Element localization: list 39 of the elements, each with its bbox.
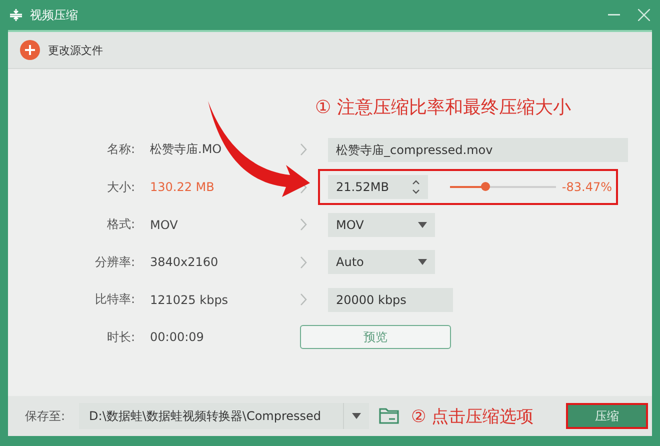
field-label: 分辨率: bbox=[94, 254, 136, 271]
caret-down-icon bbox=[352, 413, 362, 419]
source-value: 松赞寺庙.MO bbox=[150, 141, 223, 158]
plus-circle-icon bbox=[20, 40, 40, 60]
window-title: 视频压缩 bbox=[30, 6, 79, 24]
ratio-reading: -83.47% bbox=[560, 180, 612, 194]
field-label: 格式: bbox=[106, 216, 136, 234]
chevron-right-icon bbox=[300, 143, 307, 156]
folder-icon[interactable] bbox=[379, 408, 400, 424]
spinner-arrows-icon bbox=[412, 179, 420, 196]
bitrate-field[interactable]: 20000 kbps bbox=[328, 288, 453, 312]
annotation-text: ① 注意压缩比率和最终压缩大小 bbox=[315, 96, 572, 120]
source-value: 130.22 MB bbox=[150, 180, 216, 194]
source-value: 00:00:09 bbox=[150, 330, 205, 344]
caret-down-icon bbox=[418, 222, 427, 228]
change-source-button[interactable]: 更改源文件 bbox=[20, 40, 103, 60]
source-value: MOV bbox=[150, 218, 179, 232]
field-label: 比特率: bbox=[94, 291, 136, 308]
compress-icon bbox=[10, 9, 22, 21]
slider-thumb[interactable] bbox=[481, 182, 490, 192]
save-label: 保存至: bbox=[25, 408, 66, 424]
chevron-right-icon bbox=[300, 256, 307, 269]
chevron-right-icon bbox=[300, 293, 307, 306]
dropdown[interactable]: Auto bbox=[328, 250, 435, 274]
output-name-field[interactable]: 松赞寺庙_compressed.mov bbox=[328, 138, 628, 162]
path-dropdown-button[interactable] bbox=[343, 403, 370, 429]
save-path-field[interactable]: D:\数据蛙\数据蛙视频转换器\Compressed bbox=[79, 403, 344, 429]
field-label: 时长: bbox=[106, 328, 136, 346]
minimize-icon[interactable] bbox=[608, 14, 620, 16]
field-label: 名称: bbox=[106, 141, 136, 158]
dropdown[interactable]: MOV bbox=[328, 212, 435, 237]
source-value: 3840x2160 bbox=[150, 255, 220, 270]
field-label: 大小: bbox=[106, 178, 136, 196]
close-icon[interactable] bbox=[638, 9, 650, 21]
chevron-right-icon bbox=[300, 218, 307, 232]
caret-down-icon bbox=[418, 259, 427, 266]
annotation-text: ② 点击压缩选项 bbox=[411, 406, 534, 428]
source-value: 121025 kbps bbox=[150, 292, 230, 307]
size-spinner[interactable]: 21.52MB bbox=[328, 175, 428, 200]
